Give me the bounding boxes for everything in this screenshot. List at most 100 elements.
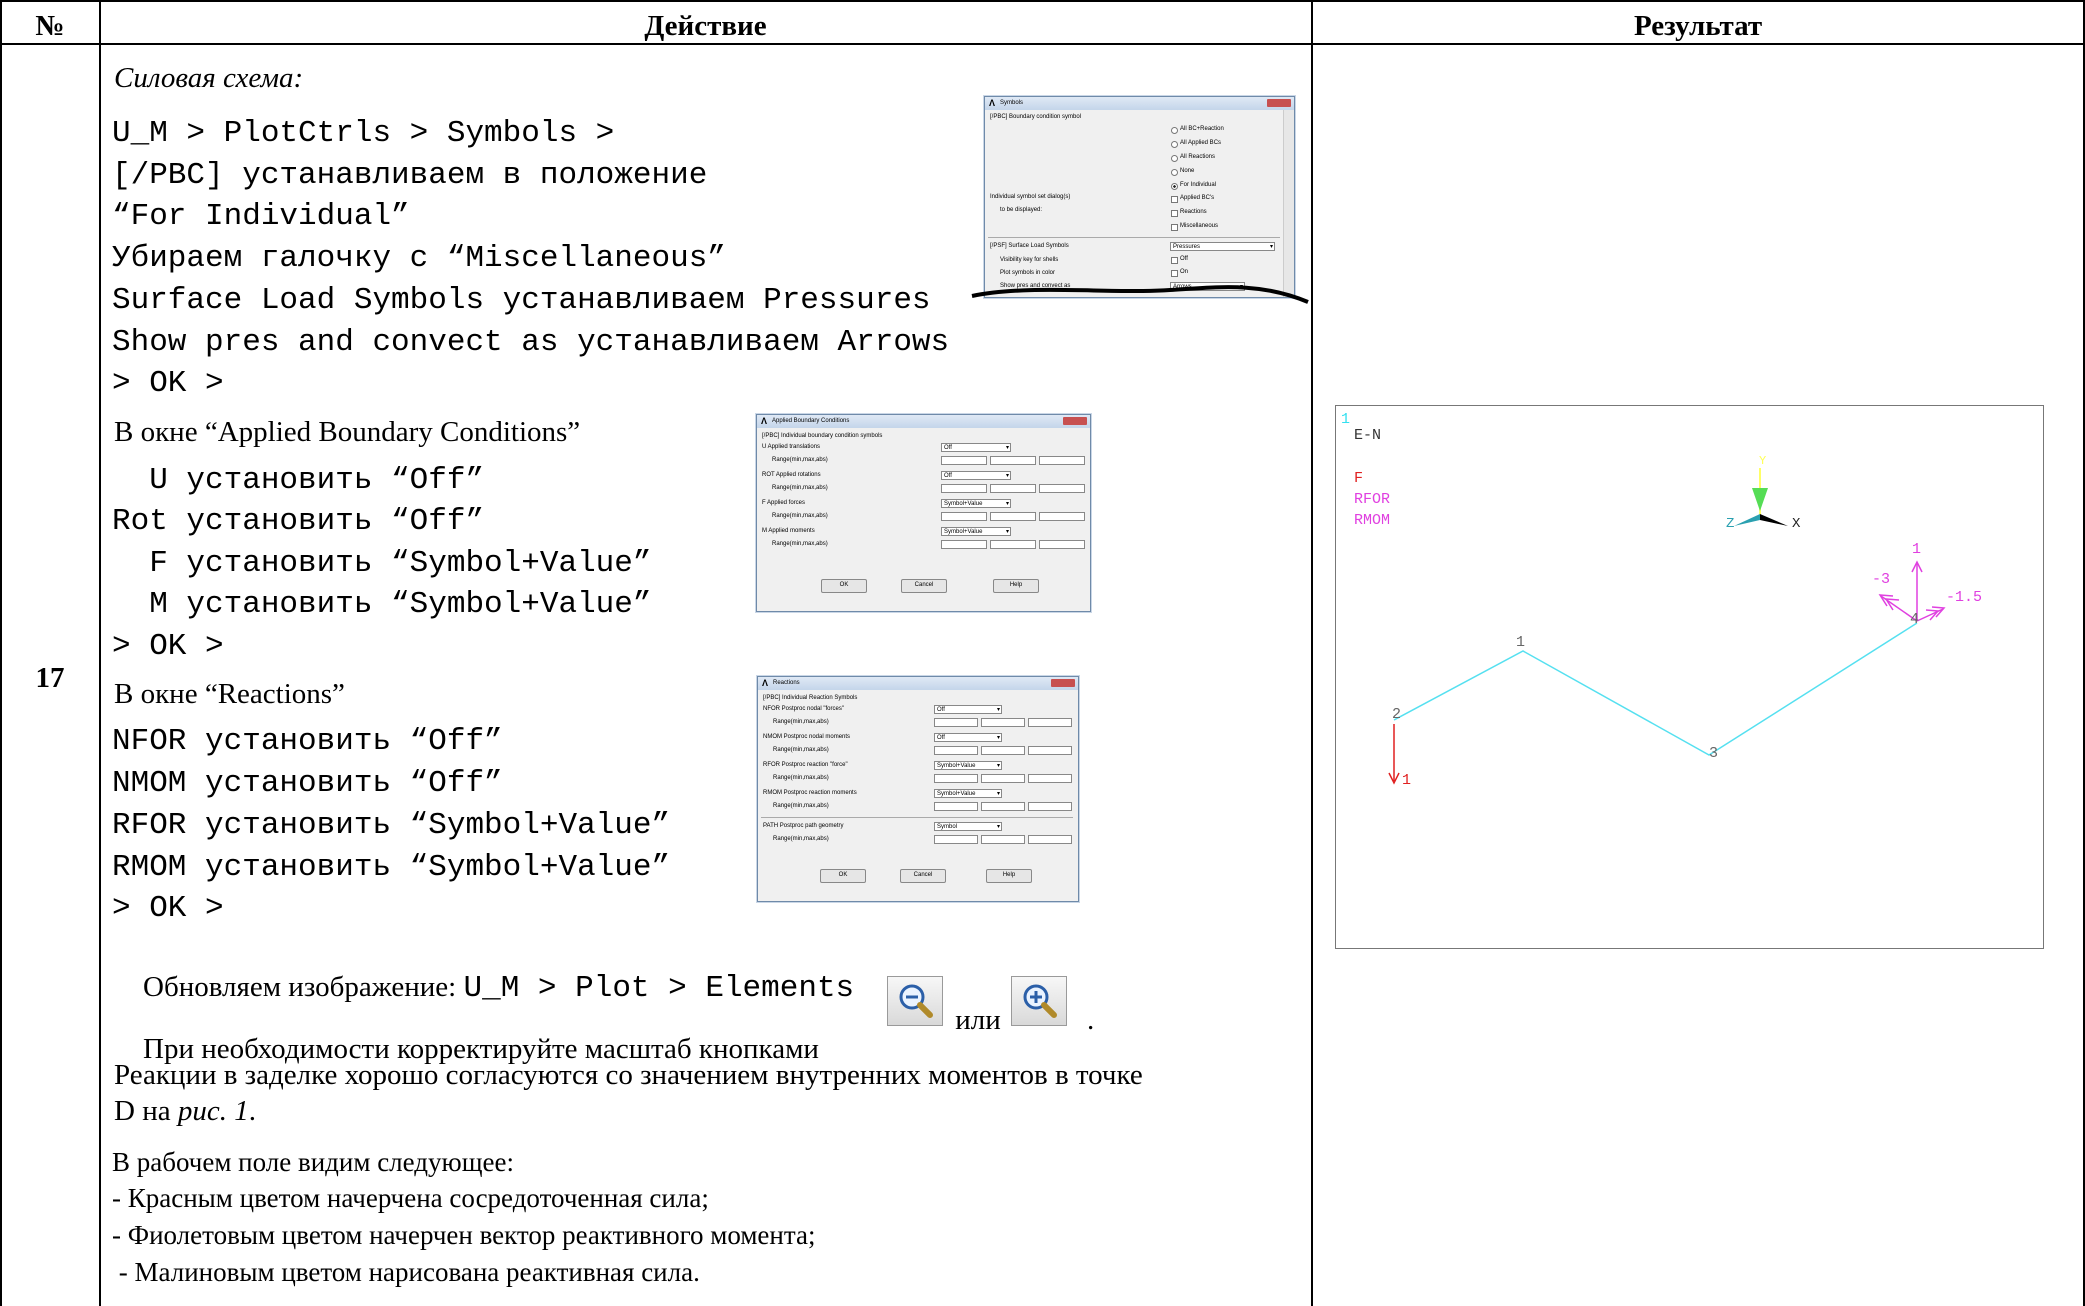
ok-button[interactable]: OK xyxy=(821,579,867,593)
radio-button-selected[interactable] xyxy=(1171,183,1178,190)
legend-rfor: RFOR xyxy=(1354,491,1391,508)
radio-button[interactable] xyxy=(1171,155,1178,162)
figure-reference: рис. 1 xyxy=(177,1095,249,1127)
cancel-button[interactable]: Cancel xyxy=(900,869,946,883)
symbols-line: “For Individual” xyxy=(112,199,410,234)
legend-f: F xyxy=(1354,470,1364,487)
symbols-line: Surface Load Symbols устанавливаем Press… xyxy=(112,283,931,318)
reaction-force-value: 1 xyxy=(1912,541,1922,558)
abc-header: [/PBC] Individual boundary condition sym… xyxy=(762,433,883,439)
triad-x-label: X xyxy=(1792,516,1801,532)
reactions-select[interactable]: Symbol xyxy=(934,822,1002,831)
reaction-moment-arrowhead xyxy=(1925,609,1940,621)
ansys-logo-icon: Λ xyxy=(761,416,768,426)
triad-y-label: Y xyxy=(1759,454,1767,468)
dialog-separator xyxy=(761,817,1073,818)
range-input[interactable] xyxy=(1028,746,1072,755)
abc-row-label: ROT Applied rotations xyxy=(762,472,821,478)
abc-select[interactable]: Off xyxy=(941,471,1011,480)
range-input[interactable] xyxy=(990,540,1036,549)
range-input[interactable] xyxy=(981,746,1025,755)
abc-select[interactable]: Symbol+Value xyxy=(941,499,1011,508)
range-input[interactable] xyxy=(1039,456,1085,465)
scrollbar[interactable] xyxy=(1283,110,1294,297)
pbc-label: [/PBC] Boundary condition symbol xyxy=(990,114,1082,120)
abc-select[interactable]: Off xyxy=(941,443,1011,452)
reactions-line: RFOR установить “Symbol+Value” xyxy=(112,808,671,843)
range-input[interactable] xyxy=(1039,512,1085,521)
legend-item: - Красным цветом начерчена сосредоточенн… xyxy=(112,1183,709,1213)
reactions-title: В окне “Reactions” xyxy=(114,678,345,710)
help-button[interactable]: Help xyxy=(993,579,1039,593)
range-input[interactable] xyxy=(934,835,978,844)
radio-button[interactable] xyxy=(1171,141,1178,148)
range-input[interactable] xyxy=(934,746,978,755)
range-input[interactable] xyxy=(941,484,987,493)
zoom-out-icon xyxy=(899,984,933,1018)
range-input[interactable] xyxy=(1028,774,1072,783)
cancel-button[interactable]: Cancel xyxy=(901,579,947,593)
note-suffix: . xyxy=(248,1095,256,1127)
checkbox-checked[interactable] xyxy=(1171,210,1178,217)
radio-button[interactable] xyxy=(1171,127,1178,134)
psf-select[interactable]: Pressures xyxy=(1170,242,1275,251)
help-button[interactable]: Help xyxy=(986,869,1032,883)
reactions-select[interactable]: Off xyxy=(934,705,1002,714)
radio-button[interactable] xyxy=(1171,169,1178,176)
ansys-logo-icon: Λ xyxy=(762,678,769,688)
visibility-label: Visibility key for shells xyxy=(1000,257,1059,263)
color-label: Plot symbols in color xyxy=(1000,270,1056,276)
range-input[interactable] xyxy=(981,802,1025,811)
reactions-line: RMOM установить “Symbol+Value” xyxy=(112,850,671,885)
symbols-dialog-thumbnail: Λ Symbols [/PBC] Boundary condition symb… xyxy=(984,96,1295,298)
checkbox-checked[interactable] xyxy=(1171,270,1178,277)
dialog-titlebar: Λ Symbols xyxy=(985,97,1294,110)
reactions-select[interactable]: Symbol+Value xyxy=(934,789,1002,798)
section-heading: Силовая схема: xyxy=(114,62,304,94)
reactions-select[interactable]: Off xyxy=(934,733,1002,742)
abc-select[interactable]: Symbol+Value xyxy=(941,527,1011,536)
range-input[interactable] xyxy=(981,774,1025,783)
checkbox-label: Miscellaneous xyxy=(1180,223,1219,229)
legend-item: - Малиновым цветом нарисована реактивная… xyxy=(112,1257,700,1287)
range-input[interactable] xyxy=(990,512,1036,521)
ok-button[interactable]: OK xyxy=(820,869,866,883)
range-input[interactable] xyxy=(990,456,1036,465)
range-input[interactable] xyxy=(990,484,1036,493)
range-input[interactable] xyxy=(934,802,978,811)
close-icon xyxy=(1267,99,1291,107)
range-input[interactable] xyxy=(934,774,978,783)
range-input[interactable] xyxy=(941,540,987,549)
frame-elements xyxy=(1393,622,1918,756)
abc-title: В окне “Applied Boundary Conditions” xyxy=(114,416,581,448)
range-input[interactable] xyxy=(1028,802,1072,811)
range-input[interactable] xyxy=(1039,484,1085,493)
reactions-line: NFOR установить “Off” xyxy=(112,724,503,759)
abc-row-label: U Applied translations xyxy=(762,444,821,450)
reactions-row-label: NFOR Postproc nodal "forces" xyxy=(763,706,844,712)
abc-line: M установить “Symbol+Value” xyxy=(112,587,652,622)
zoom-out-button[interactable] xyxy=(887,976,943,1026)
range-input[interactable] xyxy=(934,718,978,727)
zoom-in-button[interactable] xyxy=(1011,976,1067,1026)
range-input[interactable] xyxy=(981,835,1025,844)
range-input[interactable] xyxy=(1028,718,1072,727)
reactions-row-label: RMOM Postproc reaction moments xyxy=(763,790,857,796)
range-input[interactable] xyxy=(941,512,987,521)
reactions-select[interactable]: Symbol+Value xyxy=(934,761,1002,770)
range-input[interactable] xyxy=(941,456,987,465)
checkbox-checked[interactable] xyxy=(1171,196,1178,203)
checkbox[interactable] xyxy=(1171,224,1178,231)
table-top-border xyxy=(0,0,2085,2)
document-page: № Действие Результат 17 Силовая схема: U… xyxy=(0,0,2085,1306)
range-input[interactable] xyxy=(1039,540,1085,549)
range-input[interactable] xyxy=(981,718,1025,727)
note-line-2: D на рис. 1. xyxy=(114,1097,256,1126)
range-input[interactable] xyxy=(1028,835,1072,844)
checkbox[interactable] xyxy=(1171,257,1178,264)
abc-row-label: F Applied forces xyxy=(762,500,806,506)
reactions-row-label: NMOM Postproc nodal moments xyxy=(763,734,851,740)
symbols-line: > OK > xyxy=(112,366,224,401)
refresh-path: U_M > Plot > Elements xyxy=(463,971,855,1006)
triad-z-label: Z xyxy=(1726,516,1735,532)
